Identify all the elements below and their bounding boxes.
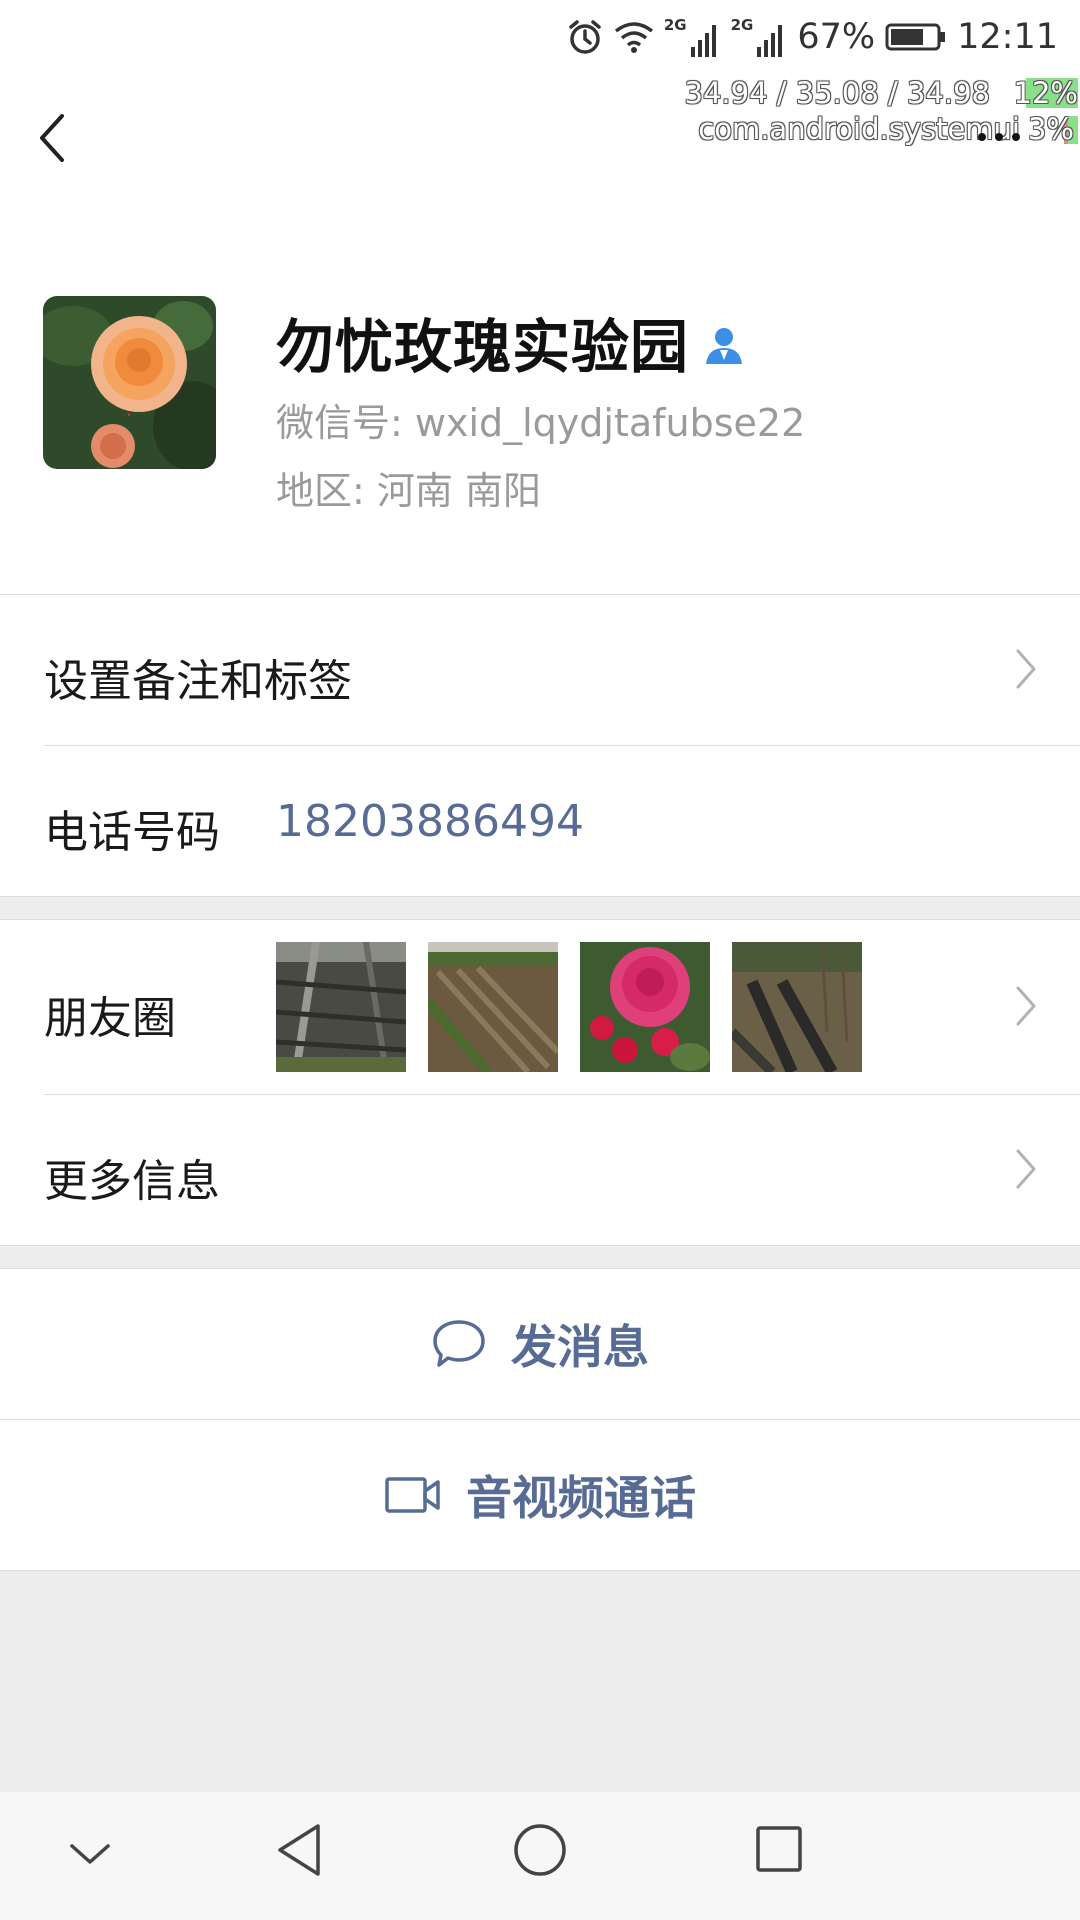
contact-name: 勿忧玫瑰实验园 bbox=[276, 313, 690, 381]
nav-back-icon[interactable] bbox=[274, 1822, 324, 1878]
moments-thumbnail[interactable] bbox=[428, 942, 558, 1072]
process-name: com.android.systemui bbox=[698, 112, 1020, 146]
back-button[interactable] bbox=[30, 108, 80, 168]
status-icons: 2G 2G 67% 12:11 bbox=[566, 12, 1058, 62]
chat-bubble-icon bbox=[433, 1320, 485, 1367]
send-message-label: 发消息 bbox=[511, 1320, 649, 1374]
hide-nav-chevron-icon[interactable] bbox=[68, 1840, 112, 1868]
phone-label: 电话号码 bbox=[44, 807, 220, 858]
signal-icon bbox=[757, 24, 783, 57]
alarm-icon bbox=[569, 20, 601, 54]
system-navigation-bar bbox=[0, 1792, 1080, 1920]
more-dot-icon bbox=[995, 133, 1003, 141]
phone-row[interactable]: 电话号码 18203886494 bbox=[0, 746, 1080, 896]
nav-recents-icon[interactable] bbox=[754, 1824, 804, 1874]
nav-home-icon[interactable] bbox=[512, 1822, 568, 1878]
phone-number[interactable]: 18203886494 bbox=[276, 796, 584, 847]
remark-tags-label: 设置备注和标签 bbox=[44, 656, 352, 707]
field-photo-image bbox=[428, 942, 558, 1072]
more-options-button[interactable] bbox=[978, 122, 1038, 152]
network-type-label: 2G bbox=[730, 15, 754, 34]
chevron-right-icon bbox=[1016, 1149, 1036, 1189]
profile-name-row: 勿忧玫瑰实验园 bbox=[276, 300, 745, 384]
field-photo-image bbox=[732, 942, 862, 1072]
rose-photo-image bbox=[580, 942, 710, 1072]
moments-label: 朋友圈 bbox=[44, 993, 176, 1044]
user-badge-icon bbox=[706, 328, 743, 364]
more-dot-icon bbox=[1012, 133, 1020, 141]
moments-thumbnail[interactable] bbox=[580, 942, 710, 1072]
chevron-right-icon bbox=[1016, 649, 1036, 689]
load-percent: 12% bbox=[1013, 76, 1078, 110]
wechat-id: 微信号: wxid_lqydjtafubse22 bbox=[276, 401, 806, 445]
moments-thumbnail[interactable] bbox=[276, 942, 406, 1072]
send-message-button[interactable]: 发消息 bbox=[0, 1269, 1080, 1419]
region: 地区: 河南 南阳 bbox=[276, 469, 541, 513]
moments-thumbnails bbox=[276, 942, 862, 1072]
remark-tags-row[interactable]: 设置备注和标签 bbox=[0, 595, 1080, 745]
signal-group-1: 2G bbox=[663, 15, 721, 57]
moments-thumbnail[interactable] bbox=[732, 942, 862, 1072]
more-dot-icon bbox=[978, 133, 986, 141]
avatar[interactable]: · bbox=[43, 296, 216, 469]
wifi-icon bbox=[614, 22, 653, 53]
status-bar: 2G 2G 67% 12:11 bbox=[0, 0, 1080, 74]
rose-avatar-image: · bbox=[43, 296, 216, 469]
load-average: 34.94 / 35.08 / 34.98 bbox=[684, 76, 990, 110]
empty-background bbox=[0, 1571, 1080, 1792]
battery-icon bbox=[885, 23, 946, 51]
signal-icon bbox=[690, 24, 716, 57]
section-separator bbox=[0, 1246, 1080, 1268]
more-info-row[interactable]: 更多信息 bbox=[0, 1095, 1080, 1245]
battery-percent: 67% bbox=[797, 17, 876, 57]
field-photo-image bbox=[276, 942, 406, 1072]
video-call-button[interactable]: 音视频通话 bbox=[0, 1420, 1080, 1570]
network-type-label: 2G bbox=[663, 15, 687, 34]
video-call-label: 音视频通话 bbox=[466, 1471, 696, 1525]
status-clock: 12:11 bbox=[957, 17, 1058, 57]
section-separator bbox=[0, 897, 1080, 919]
svg-text:·: · bbox=[126, 403, 132, 427]
video-camera-icon bbox=[385, 1477, 440, 1513]
back-arrow-icon bbox=[40, 114, 64, 162]
more-info-label: 更多信息 bbox=[44, 1156, 220, 1207]
chevron-right-icon bbox=[1016, 986, 1036, 1026]
contact-profile-screen: 2G 2G 67% 12:11 34.94 / 35.08 / 34.98 12… bbox=[0, 0, 1080, 1920]
signal-group-2: 2G bbox=[730, 15, 788, 57]
